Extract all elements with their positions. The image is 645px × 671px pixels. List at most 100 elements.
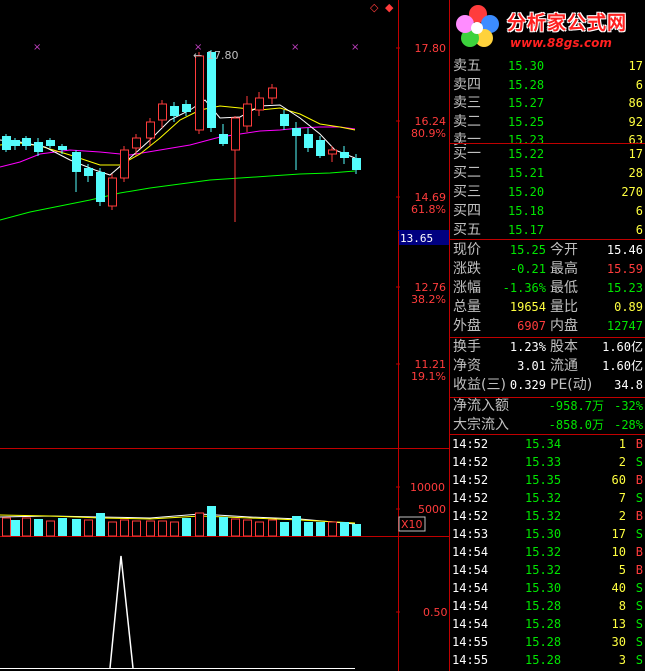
tick-row[interactable]: 14:54 15.30 40 S: [450, 579, 645, 597]
tick-side: B: [635, 563, 643, 577]
candle-up: [255, 97, 264, 111]
quote-row: 涨幅 -1.36% 最低 15.23: [450, 279, 645, 297]
flow-pct: -32%: [614, 399, 643, 413]
candle-down: [340, 152, 349, 158]
kline-chart-area[interactable]: ◇ ◆ × × × × 17.8016.2480.9%14.6961.8%12.763…: [0, 0, 449, 671]
finance-row: 换手 1.23% 股本 1.60亿: [450, 338, 645, 356]
candle-down: [2, 136, 11, 150]
candle-down: [11, 140, 20, 146]
candle-up: [120, 149, 129, 179]
bid-row: 买一 15.22 17: [450, 145, 645, 163]
tick-volume: 17: [611, 527, 626, 541]
price-pct-label: 61.8%: [411, 203, 446, 216]
tick-time: 14:55: [452, 635, 489, 649]
tick-row[interactable]: 14:52 15.34 1 B: [450, 435, 645, 453]
quote-row: 外盘 6907 内盘 12747: [450, 317, 645, 335]
scroll-left-icon[interactable]: ◇: [370, 1, 379, 14]
candle-up: [195, 55, 204, 131]
quote-row: 总量 19654 量比 0.89: [450, 298, 645, 316]
tick-time: 14:52: [452, 509, 489, 523]
flow-row: 净流入额 -958.7万 -32%: [450, 397, 645, 415]
scroll-right-icon[interactable]: ◆: [385, 1, 394, 14]
candle-down: [170, 106, 179, 116]
quote-value: 15.23: [606, 281, 643, 295]
ask-label: 卖四: [453, 76, 481, 93]
quote-panel: 分析家公式网 www.88gs.com 卖五 15.30 17 卖四 15.28 6 卖三 1…: [449, 0, 645, 671]
tick-volume: 1: [618, 437, 626, 451]
tick-volume: 60: [611, 473, 626, 487]
tick-price: 15.34: [525, 437, 562, 451]
quote-label: 最低: [550, 280, 578, 296]
tick-price: 15.28: [525, 599, 562, 613]
volume-bar-up: [2, 517, 11, 537]
flow-label: 净流入额: [453, 398, 509, 414]
tick-row[interactable]: 14:54 15.28 8 S: [450, 597, 645, 615]
tick-side: S: [635, 653, 643, 667]
volume-bar-up: [22, 517, 31, 537]
tick-side: B: [635, 509, 643, 523]
volume-bar-down: [292, 516, 301, 536]
ask-volume: 17: [628, 59, 643, 73]
site-logo: 分析家公式网 www.88gs.com: [450, 0, 645, 55]
price-label: 17.80: [415, 42, 447, 55]
ask-price: 15.27: [508, 96, 545, 110]
flow-value: -958.7万: [548, 399, 604, 413]
tick-side: B: [635, 545, 643, 559]
quote-label: 外盘: [453, 318, 481, 334]
bid-label: 买三: [453, 184, 481, 200]
ask-price: 15.28: [508, 77, 545, 92]
candle-down: [207, 52, 216, 128]
volume-bar-down: [11, 520, 20, 536]
price-pct-label: 80.9%: [411, 127, 446, 140]
volume-bar-up: [170, 521, 179, 537]
candle-up: [108, 177, 117, 207]
tick-price: 15.32: [525, 491, 562, 505]
tick-side: S: [635, 581, 643, 595]
tick-volume: 10: [611, 545, 626, 559]
tick-row[interactable]: 14:52 15.32 7 S: [450, 489, 645, 507]
tick-time: 14:52: [452, 491, 489, 505]
tick-side: S: [635, 599, 643, 613]
tick-time: 14:53: [452, 527, 489, 541]
volume-bar-up: [243, 519, 252, 537]
volume-bar-up: [231, 518, 240, 537]
tick-row[interactable]: 14:53 15.30 17 S: [450, 525, 645, 543]
candle-down: [280, 114, 289, 126]
tick-row[interactable]: 14:54 15.32 10 B: [450, 543, 645, 561]
ask-price: 15.30: [508, 59, 545, 73]
quote-label: 涨幅: [453, 280, 481, 296]
tick-row[interactable]: 14:52 15.32 2 B: [450, 507, 645, 525]
finance-label: 流通: [550, 358, 578, 374]
tick-side: S: [635, 527, 643, 541]
tick-row[interactable]: 14:54 15.32 5 B: [450, 561, 645, 579]
volume-bar-up: [46, 520, 55, 537]
tick-row[interactable]: 14:55 15.28 30 S: [450, 633, 645, 651]
bid-volume: 28: [628, 166, 643, 180]
finance-value: 1.23%: [509, 340, 546, 354]
volume-bar-up: [84, 519, 93, 537]
quote-label: 内盘: [550, 318, 578, 334]
quote-label: 最高: [550, 261, 578, 277]
tick-volume: 5: [618, 563, 626, 577]
quote-value: 15.25: [509, 243, 546, 257]
volume-bar-down: [207, 506, 216, 536]
tick-time: 14:52: [452, 437, 489, 451]
quote-value: 0.89: [614, 300, 643, 314]
candle-down: [219, 134, 228, 144]
tick-row[interactable]: 14:54 15.28 13 S: [450, 615, 645, 633]
tick-row[interactable]: 14:52 15.35 60 B: [450, 471, 645, 489]
bid-label: 买四: [453, 203, 481, 219]
candle-down: [316, 140, 325, 156]
tick-row[interactable]: 14:55 15.28 3 S: [450, 651, 645, 669]
tick-volume: 40: [611, 581, 626, 595]
ask-row: 卖五 15.30 17: [450, 57, 645, 75]
tick-row[interactable]: 14:52 15.33 2 S: [450, 453, 645, 471]
quote-value: 15.46: [606, 243, 643, 257]
quote-row: 现价 15.25 今开 15.46: [450, 241, 645, 259]
candle-down: [352, 158, 361, 170]
tick-time: 14:54: [452, 563, 489, 577]
tick-volume: 2: [618, 509, 626, 523]
tick-price: 15.32: [525, 563, 562, 577]
volume-bar-up: [195, 512, 204, 537]
ask-volume: 86: [628, 96, 643, 110]
